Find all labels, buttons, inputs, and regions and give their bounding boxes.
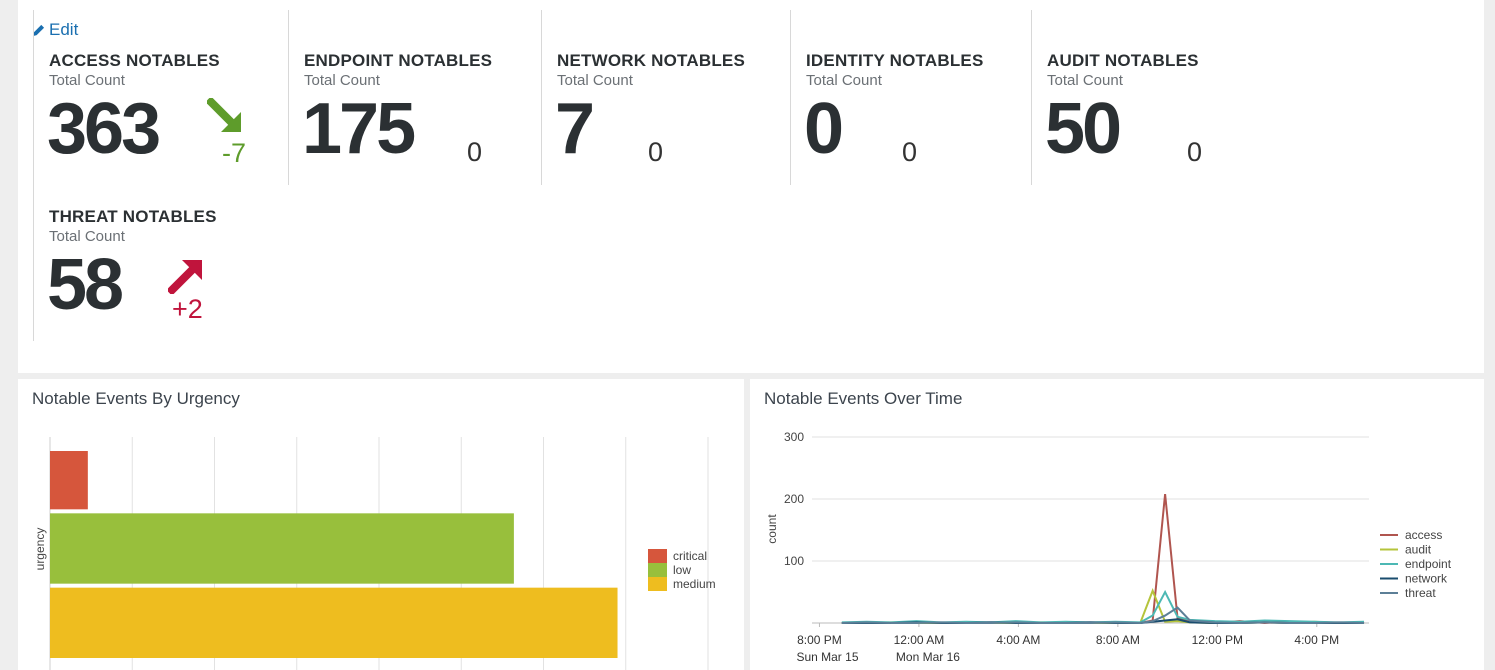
bar-critical	[50, 451, 88, 510]
kpi-delta: 0	[1187, 137, 1203, 167]
x-tick-label: 8:00 PM	[797, 633, 842, 647]
kpi-value: 175	[302, 89, 416, 169]
kpi-title: THREAT NOTABLES	[49, 207, 217, 226]
kpi-value: 7	[555, 89, 595, 169]
kpi-delta: +2	[172, 294, 203, 324]
kpi-delta: -7	[222, 138, 247, 168]
arrow-up-right-icon	[168, 260, 202, 294]
y-tick-label: 200	[784, 492, 804, 506]
legend-label-network: network	[1405, 572, 1448, 586]
kpi-identity[interactable]: IDENTITY NOTABLES Total Count 0 0	[790, 10, 1021, 185]
legend-swatch-medium	[648, 577, 667, 591]
legend-swatch-low	[648, 563, 667, 577]
kpi-endpoint[interactable]: ENDPOINT NOTABLES Total Count 175 0	[288, 10, 529, 185]
kpi-title: NETWORK NOTABLES	[557, 51, 745, 70]
y-tick-label: 300	[784, 430, 804, 444]
x-tick-label: 4:00 PM	[1294, 633, 1339, 647]
kpi-value: 0	[804, 89, 844, 169]
legend-label-critical: critical	[673, 549, 707, 563]
x-tick-sublabel: Sun Mar 15	[796, 650, 858, 664]
kpi-panel: Edit ACCESS NOTABLES Total Count 363 -7 …	[18, 0, 1484, 373]
legend-label-endpoint: endpoint	[1405, 557, 1452, 571]
kpi-value: 363	[47, 89, 161, 169]
series-line-endpoint	[841, 589, 1365, 624]
kpi-delta: 0	[648, 137, 664, 167]
kpi-title: AUDIT NOTABLES	[1047, 51, 1199, 70]
kpi-value: 50	[1045, 89, 1122, 169]
y-axis-label: count	[765, 514, 779, 544]
legend-label-audit: audit	[1405, 543, 1432, 557]
kpi-access[interactable]: ACCESS NOTABLES Total Count 363 -7	[33, 10, 274, 185]
x-tick-label: 12:00 PM	[1192, 633, 1243, 647]
legend-label-access: access	[1405, 528, 1442, 542]
x-tick-label: 12:00 AM	[894, 633, 945, 647]
kpi-title: ACCESS NOTABLES	[49, 51, 220, 70]
arrow-down-right-icon	[207, 98, 241, 132]
timeline-line-chart: 100 200 300 count 8:00 PM Sun Mar 15 12:00 AM M…	[765, 430, 1452, 664]
kpi-threat[interactable]: THREAT NOTABLES Total Count 58 +2	[33, 166, 274, 341]
legend-label-threat: threat	[1405, 586, 1436, 600]
kpi-network[interactable]: NETWORK NOTABLES Total Count 7 0	[541, 10, 782, 185]
kpi-delta: 0	[902, 137, 918, 167]
timeline-chart-panel: Notable Events Over Time 100 200 300 count 8…	[750, 379, 1484, 670]
legend-label-medium: medium	[673, 577, 716, 591]
y-axis-label: urgency	[33, 528, 47, 571]
kpi-value: 58	[47, 245, 124, 325]
urgency-chart-panel: Notable Events By Urgency urgency critica…	[18, 379, 744, 670]
kpi-audit[interactable]: AUDIT NOTABLES Total Count 50 0	[1031, 10, 1272, 185]
kpi-delta: 0	[467, 137, 483, 167]
kpi-title: IDENTITY NOTABLES	[806, 51, 984, 70]
legend-label-low: low	[673, 563, 691, 577]
series-line-audit	[841, 588, 1365, 625]
x-tick-label: 4:00 AM	[996, 633, 1040, 647]
bar-medium	[50, 587, 618, 658]
urgency-bar-chart: urgency criticallowmedium	[33, 437, 716, 670]
x-tick-sublabel: Mon Mar 16	[896, 650, 960, 664]
legend-swatch-critical	[648, 549, 667, 563]
x-tick-label: 8:00 AM	[1096, 633, 1140, 647]
kpi-title: ENDPOINT NOTABLES	[304, 51, 493, 70]
y-tick-label: 100	[784, 554, 804, 568]
bar-low	[50, 513, 514, 584]
series-line-access	[841, 493, 1365, 625]
